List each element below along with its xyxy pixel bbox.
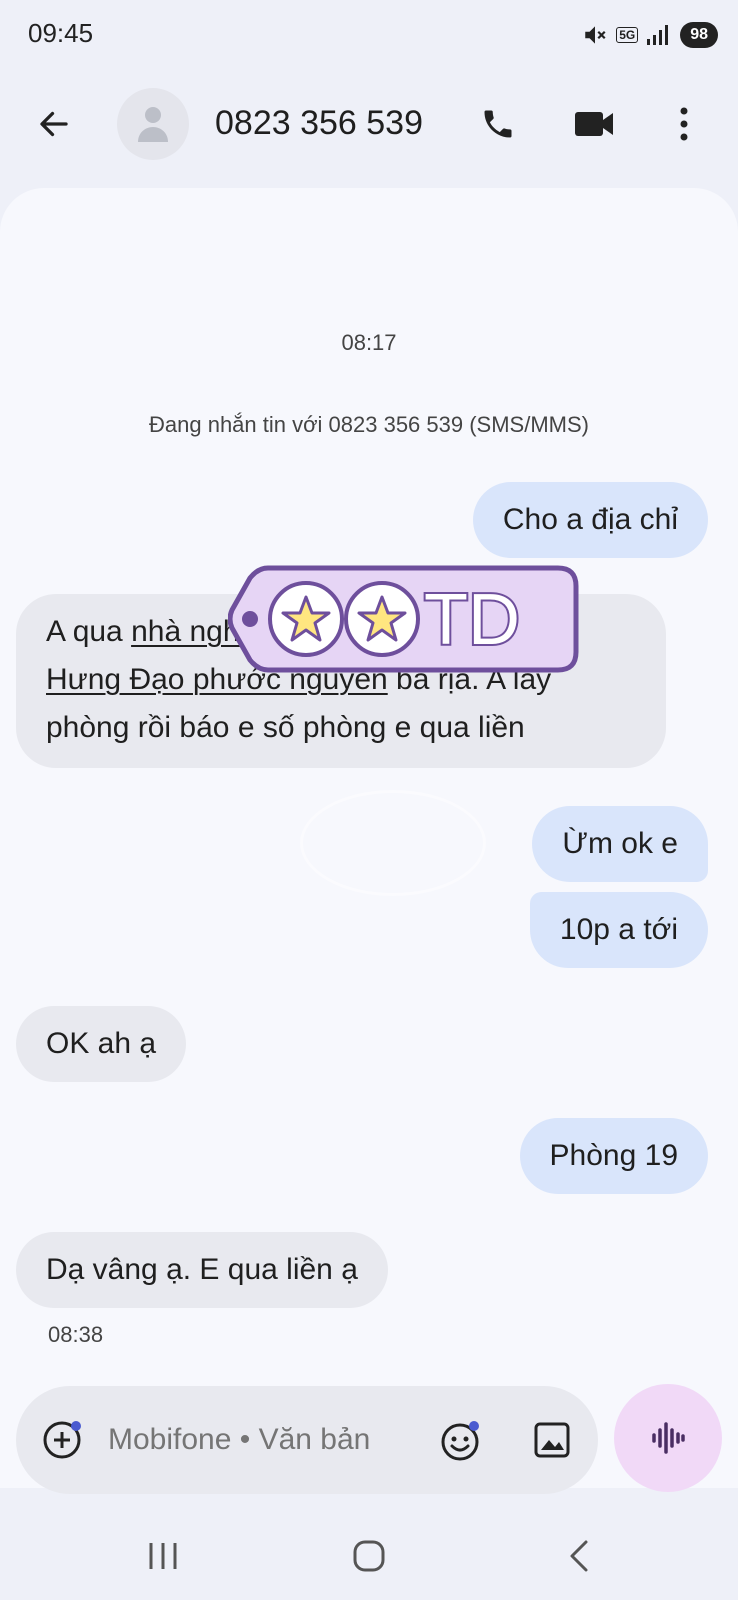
back-button[interactable] [30, 100, 78, 148]
nav-home-button[interactable] [347, 1534, 391, 1578]
add-icon [43, 1421, 81, 1459]
star-icon [344, 581, 420, 657]
emoji-icon [441, 1421, 479, 1461]
nav-recents-button[interactable] [143, 1536, 183, 1576]
outgoing-message[interactable]: Ừm ok e [532, 806, 708, 882]
outgoing-message[interactable]: Cho a địa chỉ [472, 482, 708, 558]
call-button[interactable] [474, 100, 522, 148]
address-link[interactable]: nhà ngh [131, 615, 239, 648]
more-vert-icon [680, 107, 688, 141]
message-line: phòng rồi báo e số phòng e qua liền [46, 711, 525, 744]
home-icon [353, 1540, 385, 1572]
tag-sticker: TD [228, 565, 579, 673]
voice-icon [652, 1422, 685, 1454]
back-icon [570, 1540, 588, 1572]
add-attachment-button[interactable] [40, 1418, 84, 1462]
timestamp: 08:17 [341, 330, 397, 355]
message-text: A qua [46, 615, 132, 648]
signal-icon [647, 25, 669, 45]
battery-badge: 98 [680, 22, 718, 48]
status-time: 09:45 [28, 18, 94, 48]
incoming-message[interactable]: OK ah ạ [16, 1006, 187, 1082]
message-input[interactable] [108, 1418, 408, 1462]
phone-icon [484, 110, 512, 138]
gallery-button[interactable] [530, 1418, 574, 1462]
nav-back-button[interactable] [558, 1534, 598, 1578]
video-camera-icon [575, 112, 613, 136]
gallery-icon [534, 1422, 570, 1458]
incoming-message[interactable]: Dạ vâng ạ. E qua liền ạ [16, 1232, 388, 1308]
status-icons: 5G 98 [582, 20, 718, 50]
voice-message-button[interactable] [614, 1384, 722, 1492]
video-call-button[interactable] [568, 100, 620, 148]
more-options-button[interactable] [660, 100, 708, 148]
outgoing-message[interactable]: Phòng 19 [519, 1118, 708, 1194]
network-type: 5G [616, 27, 639, 43]
emoji-button[interactable] [438, 1418, 484, 1464]
avatar-person-icon [138, 107, 168, 142]
recents-icon [149, 1543, 177, 1569]
watermark [300, 790, 486, 896]
avatar[interactable] [117, 88, 189, 160]
star-icon [268, 581, 344, 657]
sticker-text: TD [424, 580, 520, 660]
outgoing-message[interactable]: 10p a tới [529, 892, 708, 968]
back-arrow-icon [40, 111, 68, 137]
contact-title[interactable]: 0823 356 539 [215, 104, 423, 143]
timestamp: 08:38 [48, 1322, 104, 1347]
conversation-info: Đang nhắn tin với 0823 356 539 (SMS/MMS) [149, 412, 589, 437]
mute-icon [585, 26, 606, 44]
